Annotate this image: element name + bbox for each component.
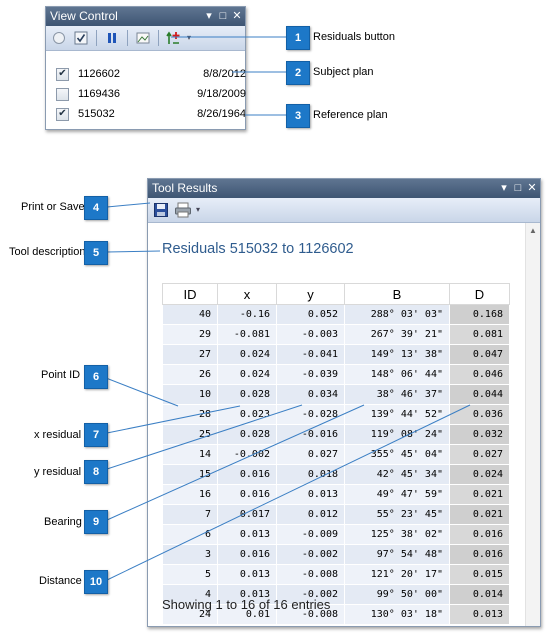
callout-badge: 8 bbox=[84, 460, 108, 484]
callout-label: Print or Save bbox=[21, 201, 85, 213]
callout-label: Reference plan bbox=[313, 109, 388, 121]
callout-label: Subject plan bbox=[313, 66, 374, 78]
callout-line-6 bbox=[105, 377, 179, 407]
callout-label: Residuals button bbox=[313, 31, 395, 43]
callout-badge: 5 bbox=[84, 241, 108, 265]
callout-badge: 10 bbox=[84, 570, 108, 594]
callout-badge: 3 bbox=[286, 104, 310, 128]
callout-line-8 bbox=[106, 404, 303, 470]
callout-label: Point ID bbox=[41, 369, 81, 381]
callout-line-7 bbox=[106, 405, 241, 434]
callout-line-10 bbox=[106, 404, 471, 581]
callout-badge: 1 bbox=[286, 26, 310, 50]
callout-badge: 7 bbox=[84, 423, 108, 447]
callout-label: x residual bbox=[34, 429, 82, 441]
callout-line-4 bbox=[106, 202, 151, 208]
callout-badge: 2 bbox=[286, 61, 310, 85]
callout-badge: 4 bbox=[84, 196, 108, 220]
callout-label: y residual bbox=[34, 466, 82, 478]
callout-badge: 9 bbox=[84, 510, 108, 534]
callout-line-5 bbox=[106, 250, 161, 253]
callout-badge: 6 bbox=[84, 365, 108, 389]
callout-label: Bearing bbox=[44, 516, 82, 528]
callout-label: Distance bbox=[39, 575, 82, 587]
callout-lines bbox=[105, 36, 471, 581]
callout-label: Tool description bbox=[9, 246, 86, 258]
callout-line-9 bbox=[106, 404, 365, 521]
